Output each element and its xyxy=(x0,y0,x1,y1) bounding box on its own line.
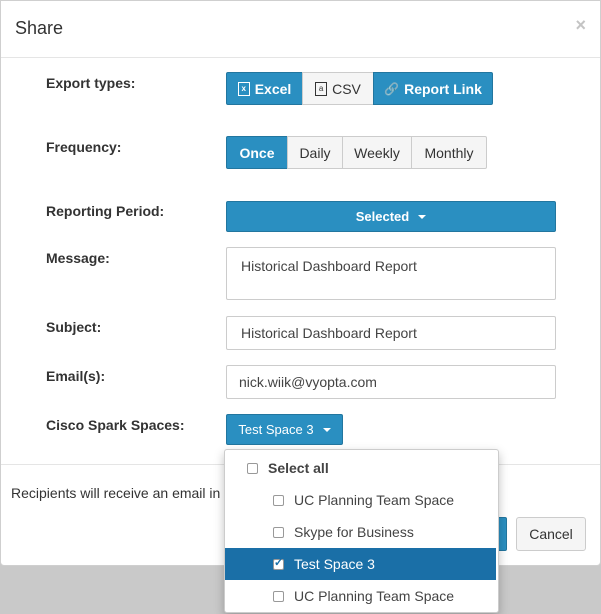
frequency-once-button[interactable]: Once xyxy=(226,136,288,169)
reporting-period-label: Reporting Period: xyxy=(46,203,165,219)
message-label: Message: xyxy=(46,250,110,266)
subject-value: Historical Dashboard Report xyxy=(241,325,417,341)
space-option-checkbox[interactable] xyxy=(273,494,284,506)
select-all-checkbox[interactable] xyxy=(247,462,258,474)
modal-header: Share × xyxy=(1,1,600,58)
emails-input[interactable]: nick.wiik@vyopta.com xyxy=(226,365,556,399)
export-csv-button[interactable]: a CSV xyxy=(302,72,374,105)
excel-icon: x xyxy=(237,81,250,96)
space-option-selected[interactable]: Test Space 3 xyxy=(225,548,496,580)
space-option[interactable]: UC Planning Team Space xyxy=(225,484,496,516)
subject-label: Subject: xyxy=(46,319,102,335)
emails-label: Email(s): xyxy=(46,368,106,384)
recipients-note: Recipients will receive an email in a xyxy=(11,485,232,501)
space-option-label: Skype for Business xyxy=(294,524,414,540)
message-textarea[interactable]: Historical Dashboard Report xyxy=(226,247,556,300)
frequency-daily-button[interactable]: Daily xyxy=(287,136,343,169)
export-excel-button[interactable]: x Excel xyxy=(226,72,303,105)
select-all-option[interactable]: Select all xyxy=(225,452,496,484)
spark-spaces-dropdown-button[interactable]: Test Space 3 xyxy=(226,414,343,445)
space-option[interactable]: Skype for Business xyxy=(225,516,496,548)
frequency-label: Frequency: xyxy=(46,139,122,155)
space-option-checkbox[interactable] xyxy=(273,590,284,602)
spark-spaces-label: Cisco Spark Spaces: xyxy=(46,417,185,433)
reporting-period-dropdown[interactable]: Selected xyxy=(226,201,556,232)
space-option-label: UC Planning Team Space xyxy=(294,588,455,604)
reporting-period-value: Selected xyxy=(355,209,410,224)
csv-icon: a xyxy=(315,81,328,96)
export-csv-label: CSV xyxy=(332,80,361,97)
chevron-down-icon xyxy=(322,427,331,432)
cancel-button[interactable]: Cancel xyxy=(516,517,586,551)
space-option-label: UC Planning Team Space xyxy=(294,492,455,508)
spark-spaces-menu: Select all UC Planning Team Space Skype … xyxy=(224,449,499,613)
message-value: Historical Dashboard Report xyxy=(241,258,417,274)
export-report-link-label: Report Link xyxy=(404,80,482,97)
export-excel-label: Excel xyxy=(254,80,292,97)
space-option-checkbox-checked[interactable] xyxy=(273,556,284,570)
modal-title: Share xyxy=(15,18,64,38)
export-report-link-button[interactable]: 🔗 Report Link xyxy=(373,72,493,105)
frequency-weekly-button[interactable]: Weekly xyxy=(342,136,412,169)
chevron-down-icon xyxy=(418,214,427,219)
space-option-checkbox[interactable] xyxy=(273,526,284,538)
spark-spaces-value: Test Space 3 xyxy=(238,422,314,437)
space-option[interactable]: UC Planning Team Space xyxy=(225,580,496,612)
subject-input[interactable]: Historical Dashboard Report xyxy=(226,316,556,350)
emails-value: nick.wiik@vyopta.com xyxy=(239,374,377,390)
frequency-monthly-button[interactable]: Monthly xyxy=(411,136,487,169)
select-all-label: Select all xyxy=(268,460,329,476)
export-types-label: Export types: xyxy=(46,75,136,91)
close-icon[interactable]: × xyxy=(575,15,586,36)
link-icon: 🔗 xyxy=(384,81,400,96)
space-option-label: Test Space 3 xyxy=(294,556,375,572)
